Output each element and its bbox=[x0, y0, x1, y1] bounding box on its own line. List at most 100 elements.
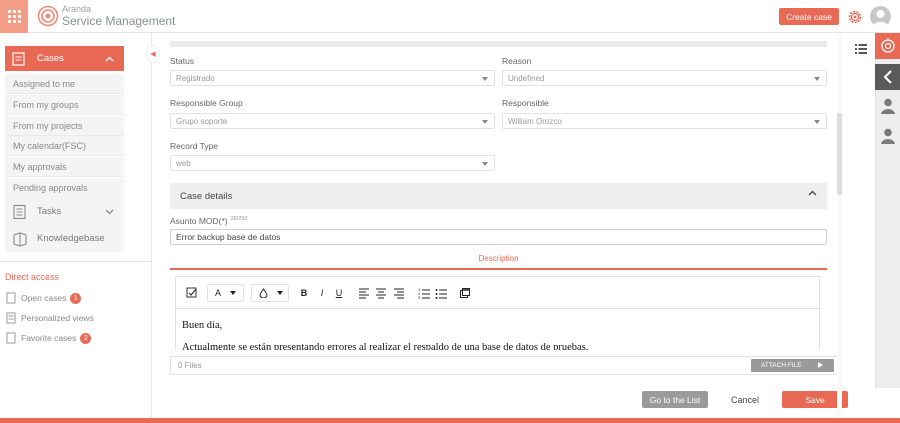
direct-item-open-cases[interactable]: Open cases 1 bbox=[5, 291, 82, 305]
editor-line: Buen día, bbox=[182, 320, 223, 331]
attach-file-button[interactable]: ATTACH FILE bbox=[751, 359, 834, 372]
user-silhouette-icon bbox=[873, 10, 888, 27]
svg-text:3: 3 bbox=[418, 295, 421, 300]
align-center-icon[interactable] bbox=[375, 286, 387, 300]
status-value: Registrado bbox=[176, 73, 215, 83]
direct-item-favorite-cases[interactable]: Favorite cases 2 bbox=[5, 331, 92, 345]
dropdown-arrow-icon bbox=[482, 77, 488, 81]
apps-menu-button[interactable] bbox=[0, 0, 28, 33]
font-color-dropdown[interactable]: A bbox=[207, 284, 244, 302]
editor-line: Actualmente se están presentando errores… bbox=[182, 342, 589, 350]
record-type-select[interactable]: web bbox=[170, 155, 495, 171]
top-header: Aranda Service Management Create case bbox=[0, 0, 900, 33]
rail-case-button[interactable] bbox=[875, 33, 900, 59]
responsible-select[interactable]: William Orozco bbox=[502, 113, 827, 129]
subject-label: Asunto MOD(*) 28/250 bbox=[170, 216, 247, 226]
bold-button[interactable]: B bbox=[298, 286, 310, 300]
sidebar-item-tasks[interactable]: Tasks bbox=[5, 198, 124, 225]
sidebar-item-from-my-groups[interactable]: From my groups bbox=[5, 95, 124, 115]
dropdown-arrow-icon bbox=[814, 120, 820, 124]
numbered-list-icon[interactable]: 123 bbox=[418, 286, 430, 300]
tab-description[interactable]: Description bbox=[170, 249, 827, 270]
list-menu-icon[interactable] bbox=[855, 43, 867, 55]
chevron-up-icon bbox=[105, 56, 114, 61]
form-top-strip bbox=[170, 41, 827, 47]
responsible-group-select[interactable]: Grupo soporte bbox=[170, 113, 495, 129]
sidebar-item-pending-approvals[interactable]: Pending approvals bbox=[5, 178, 124, 198]
caret-down-icon bbox=[277, 291, 283, 295]
dropdown-arrow-icon bbox=[482, 120, 488, 124]
dropdown-arrow-icon bbox=[482, 162, 488, 166]
reason-label: Reason bbox=[502, 56, 532, 66]
favorite-cases-badge: 2 bbox=[80, 332, 92, 344]
direct-access-title: Direct access bbox=[5, 272, 60, 282]
italic-button[interactable]: I bbox=[316, 286, 328, 300]
sidebar-item-my-calendar[interactable]: My calendar(FSC) bbox=[5, 136, 124, 156]
sidebar-cases-header[interactable]: Cases bbox=[5, 46, 124, 71]
tasks-label: Tasks bbox=[37, 206, 62, 217]
scrollbar-thumb[interactable] bbox=[837, 113, 842, 195]
gear-icon[interactable] bbox=[846, 8, 864, 26]
responsible-value: William Orozco bbox=[508, 116, 562, 126]
rich-text-editor[interactable]: A B I U 123 Buen día, Actualmente se est… bbox=[175, 276, 820, 350]
align-left-icon[interactable] bbox=[358, 286, 370, 300]
knowledgebase-icon bbox=[13, 231, 27, 247]
underline-button[interactable]: U bbox=[333, 286, 345, 300]
favorite-document-icon bbox=[6, 332, 16, 344]
brand-name: Service Management bbox=[62, 14, 176, 28]
scrollbar-track[interactable] bbox=[837, 33, 842, 418]
record-type-label: Record Type bbox=[170, 141, 219, 151]
editor-toolbar: A B I U 123 bbox=[176, 277, 819, 309]
status-label: Status bbox=[170, 56, 195, 66]
footer-accent-bar bbox=[0, 418, 900, 423]
rail-back-button[interactable] bbox=[875, 64, 900, 90]
status-select[interactable]: Registrado bbox=[170, 70, 495, 86]
brand-small-text: Aranda bbox=[62, 4, 92, 14]
cases-icon bbox=[12, 51, 25, 66]
person-icon[interactable] bbox=[879, 127, 897, 145]
collapse-sidebar-button[interactable]: ◀ bbox=[146, 45, 160, 63]
align-right-icon[interactable] bbox=[393, 286, 405, 300]
subject-input[interactable]: Error backup base de datos bbox=[170, 229, 827, 245]
case-details-header[interactable]: Case details bbox=[170, 183, 827, 209]
aranda-logo-icon bbox=[37, 5, 59, 27]
left-sidebar: Cases Assigned to me From my groups From… bbox=[0, 33, 152, 418]
files-count: 0 Files bbox=[178, 361, 202, 370]
favorite-cases-label: Favorite cases bbox=[21, 333, 77, 343]
chevron-down-icon bbox=[105, 209, 114, 214]
create-case-button[interactable]: Create case bbox=[779, 8, 839, 25]
cancel-button[interactable]: Cancel bbox=[722, 391, 768, 408]
sidebar-divider bbox=[0, 261, 152, 262]
source-view-icon[interactable] bbox=[459, 286, 471, 300]
sidebar-item-assigned-to-me[interactable]: Assigned to me bbox=[5, 74, 124, 94]
personalized-views-label: Personalized views bbox=[21, 313, 94, 323]
sidebar-item-from-my-projects[interactable]: From my projects bbox=[5, 116, 124, 136]
document-icon bbox=[6, 292, 16, 304]
record-type-value: web bbox=[176, 158, 191, 168]
drop-icon bbox=[259, 288, 268, 298]
highlight-color-dropdown[interactable] bbox=[251, 284, 289, 302]
spellcheck-icon[interactable] bbox=[185, 286, 199, 300]
subject-counter: 28/250 bbox=[230, 216, 248, 222]
font-color-glyph: A bbox=[215, 288, 222, 298]
attach-file-label: ATTACH FILE bbox=[761, 362, 802, 369]
person-icon[interactable] bbox=[879, 97, 897, 115]
reason-select[interactable]: Undefined bbox=[502, 70, 827, 86]
case-details-title: Case details bbox=[180, 190, 233, 202]
bullet-list-icon[interactable] bbox=[435, 286, 447, 300]
direct-item-personalized-views[interactable]: Personalized views bbox=[5, 311, 94, 325]
subject-label-text: Asunto MOD(*) bbox=[170, 216, 228, 226]
user-avatar[interactable] bbox=[870, 6, 891, 27]
responsible-group-value: Grupo soporte bbox=[176, 116, 228, 126]
editor-content[interactable]: Buen día, Actualmente se están presentan… bbox=[182, 315, 588, 350]
sidebar-item-knowledgebase[interactable]: Knowledgebase bbox=[5, 225, 124, 252]
open-cases-badge: 1 bbox=[70, 292, 82, 304]
dropdown-arrow-icon bbox=[814, 77, 820, 81]
go-to-list-button[interactable]: Go to the List bbox=[642, 391, 708, 408]
sidebar-item-my-approvals[interactable]: My approvals bbox=[5, 157, 124, 177]
attachments-bar: 0 Files bbox=[170, 356, 841, 375]
tasks-icon bbox=[13, 204, 26, 219]
chevron-up-icon bbox=[808, 190, 817, 196]
cases-label: Cases bbox=[37, 53, 64, 64]
play-arrow-icon bbox=[818, 362, 823, 368]
